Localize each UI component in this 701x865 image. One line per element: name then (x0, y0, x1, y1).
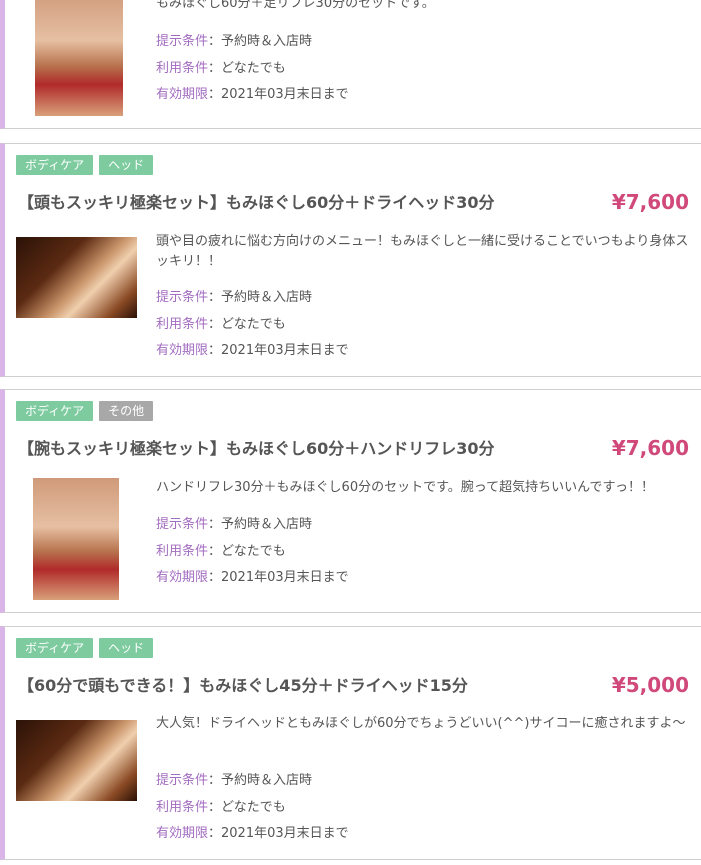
coupon-conditions: 提示条件：予約時＆入店時 利用条件：どなたでも 有効期限：2021年03月末日ま… (156, 512, 349, 592)
coupon-title[interactable]: 【腕もスッキリ極楽セット】もみほぐし60分＋ハンドリフレ30分 (18, 435, 578, 459)
coupon-conditions: 提示条件：予約時＆入店時 利用条件：どなたでも 有効期限：2021年03月末日ま… (156, 29, 349, 109)
coupon-description: 頭や目の疲れに悩む方向けのメニュー！もみほぐしと一緒に受けることでいつもより身体… (156, 234, 689, 269)
tag-body-care: ボディケア (16, 638, 94, 658)
coupon-price: ¥5,000 (611, 673, 689, 697)
present-label: 提示条件 (156, 34, 209, 49)
valid-label: 有効期限 (156, 570, 209, 585)
coupon-conditions: 提示条件：予約時＆入店時 利用条件：どなたでも 有効期限：2021年03月末日ま… (156, 768, 349, 848)
tag-head: ヘッド (99, 155, 154, 175)
valid-label: 有効期限 (156, 87, 209, 102)
coupon-description: ハンドリフレ30分＋もみほぐし60分のセットです。腕って超気持ちいいんですっ！！ (156, 480, 654, 495)
present-label: 提示条件 (156, 517, 209, 532)
valid-value: ：2021年03月末日まで (208, 87, 349, 102)
coupon-price: ¥7,600 (611, 190, 689, 214)
tag-body-care: ボディケア (16, 401, 94, 421)
tag-list: ボディケア その他 (16, 401, 154, 421)
valid-value: ：2021年03月末日まで (208, 570, 349, 585)
coupon-card[interactable]: ボディケア ヘッド 【60分で頭もできる！】もみほぐし45分＋ドライヘッド15分… (0, 626, 701, 860)
tag-head: ヘッド (99, 638, 154, 658)
present-value: ：予約時＆入店時 (208, 34, 313, 49)
use-label: 利用条件 (156, 316, 209, 332)
coupon-title[interactable]: 【頭もスッキリ極楽セット】もみほぐし60分＋ドライヘッド30分 (18, 189, 578, 213)
coupon-title[interactable]: 【60分で頭もできる！】もみほぐし45分＋ドライヘッド15分 (18, 672, 578, 696)
tag-body-care: ボディケア (16, 155, 94, 175)
coupon-photo[interactable] (33, 478, 119, 600)
use-label: 利用条件 (156, 543, 209, 559)
coupon-card[interactable]: もみほぐし60分＋足リフレ30分のセットです。 提示条件：予約時＆入店時 利用条… (0, 0, 701, 129)
coupon-description: もみほぐし60分＋足リフレ30分のセットです。 (156, 0, 435, 11)
coupon-photo[interactable] (16, 237, 137, 318)
present-label: 提示条件 (156, 773, 209, 788)
coupon-card[interactable]: ボディケア ヘッド 【頭もスッキリ極楽セット】もみほぐし60分＋ドライヘッド30… (0, 143, 701, 377)
coupon-card[interactable]: ボディケア その他 【腕もスッキリ極楽セット】もみほぐし60分＋ハンドリフレ30… (0, 389, 701, 613)
coupon-conditions: 提示条件：予約時＆入店時 利用条件：どなたでも 有効期限：2021年03月末日ま… (156, 285, 349, 365)
valid-label: 有効期限 (156, 826, 209, 841)
coupon-photo[interactable] (16, 720, 137, 801)
use-label: 利用条件 (156, 60, 209, 76)
valid-value: ：2021年03月末日まで (208, 343, 349, 358)
present-value: ：予約時＆入店時 (208, 290, 313, 305)
coupon-description: 大人気！ドライヘッドともみほぐしが60分でちょうどいい(^^)サイコーに癒されま… (156, 716, 686, 731)
tag-list: ボディケア ヘッド (16, 155, 154, 175)
use-value: ：どなたでも (208, 60, 286, 76)
coupon-photo[interactable] (35, 0, 123, 116)
valid-label: 有効期限 (156, 343, 209, 358)
use-value: ：どなたでも (208, 543, 286, 559)
tag-other: その他 (99, 401, 154, 421)
tag-list: ボディケア ヘッド (16, 638, 154, 658)
use-value: ：どなたでも (208, 316, 286, 332)
present-label: 提示条件 (156, 290, 209, 305)
use-label: 利用条件 (156, 799, 209, 815)
use-value: ：どなたでも (208, 799, 286, 815)
coupon-price: ¥7,600 (611, 436, 689, 460)
present-value: ：予約時＆入店時 (208, 773, 313, 788)
present-value: ：予約時＆入店時 (208, 517, 313, 532)
valid-value: ：2021年03月末日まで (208, 826, 349, 841)
